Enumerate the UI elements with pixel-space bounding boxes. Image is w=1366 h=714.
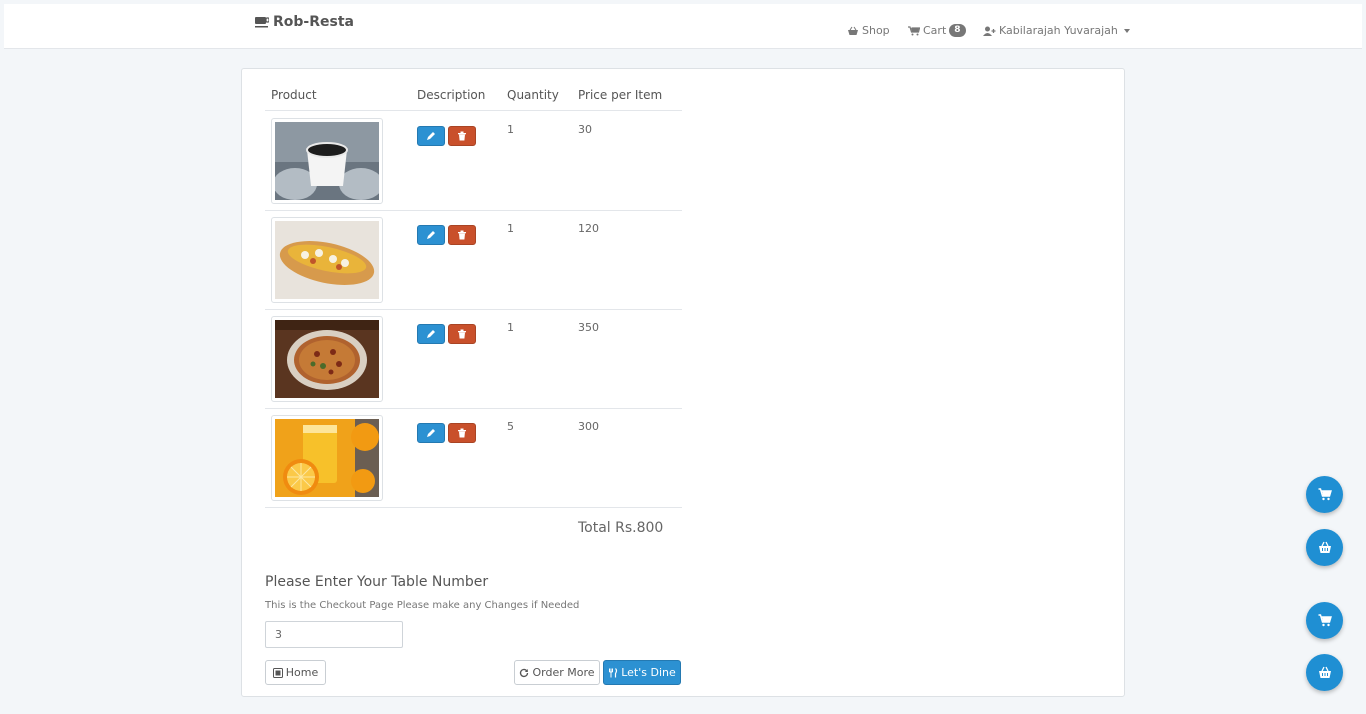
cart-icon — [1318, 488, 1332, 501]
header-price: Price per Item — [578, 88, 663, 102]
user-plus-icon — [983, 26, 996, 36]
header-product: Product — [271, 88, 317, 102]
order-more-button[interactable]: Order More — [514, 660, 600, 685]
lets-dine-button[interactable]: Let's Dine — [603, 660, 681, 685]
home-button[interactable]: Home — [265, 660, 326, 685]
lets-dine-label: Let's Dine — [621, 666, 676, 679]
trash-icon — [458, 230, 466, 240]
order-more-label: Order More — [532, 666, 595, 679]
user-menu-toggle[interactable]: Kabilarajah Yuvarajah — [983, 24, 1130, 37]
edit-button[interactable] — [417, 126, 445, 146]
coffee-icon — [255, 17, 269, 28]
coffee-cup-image — [271, 118, 383, 204]
table-number-heading: Please Enter Your Table Number — [265, 574, 489, 590]
floating-basket-button[interactable] — [1306, 654, 1343, 691]
price-cell: 120 — [578, 222, 599, 235]
header-description: Description — [417, 88, 486, 102]
edit-button[interactable] — [417, 423, 445, 443]
price-cell: 30 — [578, 123, 592, 136]
table-row: 1 120 — [242, 210, 682, 309]
pizza-image — [271, 316, 383, 402]
quantity-cell: 1 — [507, 321, 514, 334]
table-row: 1 30 — [242, 111, 682, 210]
checkout-panel: Product Description Quantity Price per I… — [241, 68, 1125, 697]
cart-icon — [1318, 614, 1332, 627]
nav-shop-label: Shop — [862, 24, 890, 37]
basket-icon — [848, 26, 858, 35]
cart-count-badge: 8 — [949, 24, 966, 37]
hot-dog-image — [271, 217, 383, 303]
order-total: Total Rs.800 — [578, 520, 664, 536]
trash-icon — [458, 131, 466, 141]
caret-down-icon — [1123, 28, 1130, 33]
delete-button[interactable] — [448, 423, 476, 443]
trash-icon — [458, 329, 466, 339]
navbar: Rob-Resta Shop Cart 8 Kabilarajah Yuvara… — [4, 4, 1362, 49]
delete-button[interactable] — [448, 225, 476, 245]
pencil-icon — [427, 429, 435, 437]
orange-juice-image — [271, 415, 383, 501]
basket-icon — [1318, 666, 1331, 678]
nav-cart[interactable]: Cart 8 — [908, 24, 966, 37]
pencil-icon — [427, 132, 435, 140]
price-cell: 300 — [578, 420, 599, 433]
edit-button[interactable] — [417, 225, 445, 245]
pencil-icon — [427, 330, 435, 338]
refresh-icon — [520, 668, 529, 677]
cart-icon — [908, 25, 920, 35]
quantity-cell: 1 — [507, 222, 514, 235]
cutlery-icon — [609, 667, 618, 677]
nav-shop[interactable]: Shop — [847, 24, 890, 37]
quantity-cell: 1 — [507, 123, 514, 136]
pencil-icon — [427, 231, 435, 239]
table-divider — [265, 507, 682, 508]
trash-icon — [458, 428, 466, 438]
table-number-input[interactable] — [265, 621, 403, 648]
quantity-cell: 5 — [507, 420, 514, 433]
user-name: Kabilarajah Yuvarajah — [999, 24, 1118, 37]
floating-cart-button[interactable] — [1306, 476, 1343, 513]
brand-link[interactable]: Rob-Resta — [255, 14, 354, 30]
home-button-label: Home — [285, 666, 319, 679]
delete-button[interactable] — [448, 126, 476, 146]
table-row: 5 300 — [242, 408, 682, 507]
brand-name: Rob-Resta — [273, 14, 354, 30]
delete-button[interactable] — [448, 324, 476, 344]
home-icon — [272, 667, 283, 678]
checkout-help-text: This is the Checkout Page Please make an… — [265, 600, 580, 611]
nav-cart-label: Cart — [923, 24, 947, 37]
table-row: 1 350 — [242, 309, 682, 408]
price-cell: 350 — [578, 321, 599, 334]
basket-icon — [1318, 541, 1331, 553]
edit-button[interactable] — [417, 324, 445, 344]
header-quantity: Quantity — [507, 88, 559, 102]
floating-cart-button[interactable] — [1306, 602, 1343, 639]
floating-basket-button[interactable] — [1306, 529, 1343, 566]
